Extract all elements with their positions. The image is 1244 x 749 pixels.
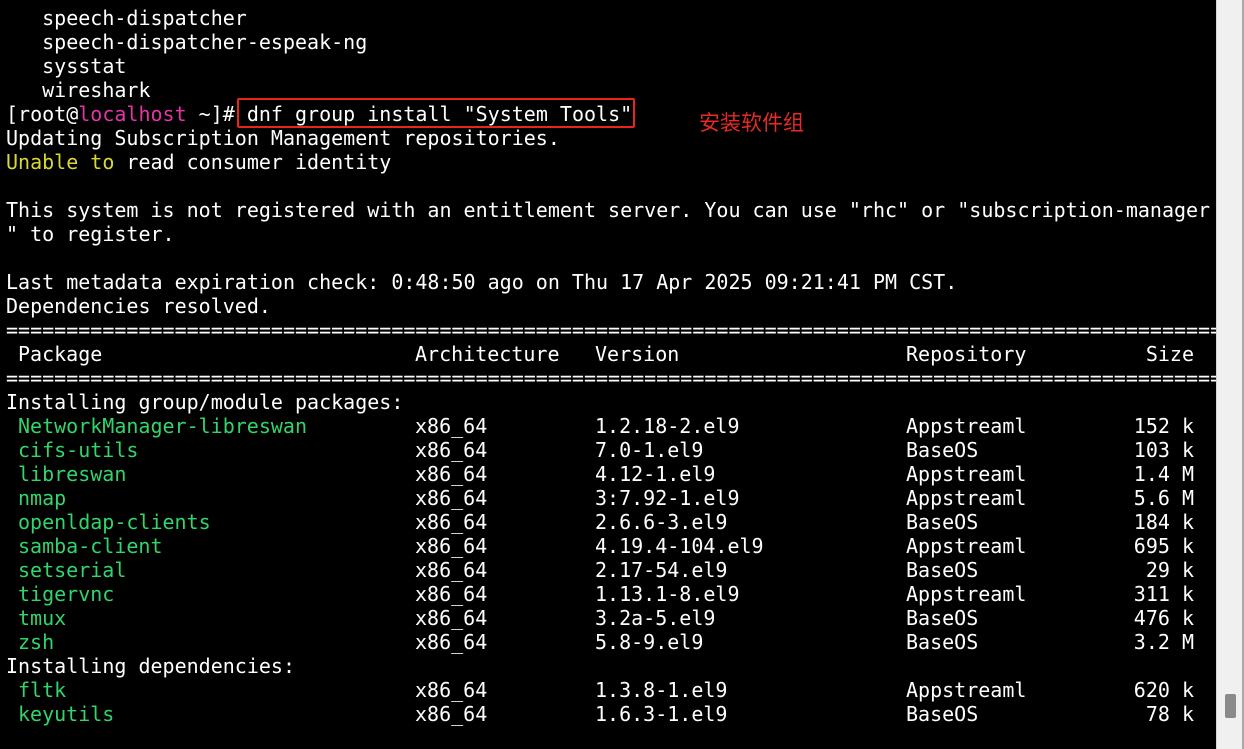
package-repo: BaseOS bbox=[906, 438, 979, 462]
package-arch: x86_64 bbox=[415, 582, 488, 606]
header-version: Version bbox=[595, 342, 680, 366]
package-size: 78 k bbox=[1145, 702, 1194, 726]
package-size: 184 k bbox=[1133, 510, 1194, 534]
package-name: libreswan bbox=[18, 462, 127, 486]
package-arch: x86_64 bbox=[415, 606, 488, 630]
package-version: 2.6.6-3.el9 bbox=[595, 510, 728, 534]
package-name: keyutils bbox=[18, 702, 115, 726]
package-size: 620 k bbox=[1133, 678, 1194, 702]
package-size: 1.4 M bbox=[1133, 462, 1194, 486]
package-version: 1.6.3-1.el9 bbox=[595, 702, 728, 726]
package-repo: Appstreaml bbox=[906, 486, 1027, 510]
package-version: 1.2.18-2.el9 bbox=[595, 414, 740, 438]
output-line: This system is not registered with an en… bbox=[6, 198, 1211, 222]
prompt-host: localhost bbox=[78, 102, 187, 126]
package-name: setserial bbox=[18, 558, 127, 582]
package-name: nmap bbox=[18, 486, 67, 510]
package-size: 152 k bbox=[1133, 414, 1194, 438]
package-version: 1.13.1-8.el9 bbox=[595, 582, 740, 606]
package-version: 3.2a-5.el9 bbox=[595, 606, 716, 630]
prompt-close: ~]# bbox=[186, 102, 235, 126]
package-arch: x86_64 bbox=[415, 630, 488, 654]
package-arch: x86_64 bbox=[415, 414, 488, 438]
output-line: Dependencies resolved. bbox=[6, 294, 271, 318]
package-arch: x86_64 bbox=[415, 462, 488, 486]
package-size: 311 k bbox=[1133, 582, 1194, 606]
package-version: 2.17-54.el9 bbox=[595, 558, 728, 582]
header-repository: Repository bbox=[906, 342, 1027, 366]
package-name: samba-client bbox=[18, 534, 163, 558]
package-name: tigervnc bbox=[18, 582, 115, 606]
package-version: 4.19.4-104.el9 bbox=[595, 534, 764, 558]
output-line: speech-dispatcher bbox=[6, 6, 247, 30]
package-repo: BaseOS bbox=[906, 558, 979, 582]
package-name: tmux bbox=[18, 606, 67, 630]
package-version: 7.0-1.el9 bbox=[595, 438, 704, 462]
package-name: zsh bbox=[18, 630, 55, 654]
header-architecture: Architecture bbox=[415, 342, 560, 366]
package-version: 4.12-1.el9 bbox=[595, 462, 716, 486]
package-repo: BaseOS bbox=[906, 630, 979, 654]
package-arch: x86_64 bbox=[415, 534, 488, 558]
package-size: 695 k bbox=[1133, 534, 1194, 558]
package-repo: Appstreaml bbox=[906, 462, 1027, 486]
package-repo: BaseOS bbox=[906, 606, 979, 630]
separator-line: ========================================… bbox=[6, 318, 1216, 342]
package-arch: x86_64 bbox=[415, 486, 488, 510]
package-arch: x86_64 bbox=[415, 678, 488, 702]
output-line: wireshark bbox=[6, 78, 151, 102]
package-repo: BaseOS bbox=[906, 510, 979, 534]
package-size: 3.2 M bbox=[1133, 630, 1194, 654]
package-size: 103 k bbox=[1133, 438, 1194, 462]
header-package: Package bbox=[18, 342, 103, 366]
package-repo: Appstreaml bbox=[906, 414, 1027, 438]
table-header: Package Architecture Version Repository … bbox=[6, 342, 1194, 366]
vertical-scrollbar[interactable] bbox=[1216, 0, 1244, 749]
package-name: openldap-clients bbox=[18, 510, 211, 534]
package-size: 29 k bbox=[1145, 558, 1194, 582]
warning-line: Unable to read consumer identity bbox=[6, 150, 391, 174]
annotation-label: 安装软件组 bbox=[699, 111, 804, 135]
package-name: fltk bbox=[18, 678, 67, 702]
package-name: cifs-utils bbox=[18, 438, 139, 462]
package-arch: x86_64 bbox=[415, 510, 488, 534]
package-repo: Appstreaml bbox=[906, 678, 1027, 702]
package-arch: x86_64 bbox=[415, 702, 488, 726]
package-repo: BaseOS bbox=[906, 702, 979, 726]
section-heading: Installing group/module packages: bbox=[6, 390, 404, 414]
output-line: Updating Subscription Management reposit… bbox=[6, 126, 560, 150]
output-line: sysstat bbox=[6, 54, 127, 78]
package-name: NetworkManager-libreswan bbox=[18, 414, 307, 438]
command-highlight-box bbox=[237, 98, 635, 128]
output-line: Last metadata expiration check: 0:48:50 … bbox=[6, 270, 958, 294]
output-line: speech-dispatcher-espeak-ng bbox=[6, 30, 368, 54]
separator-line: ========================================… bbox=[6, 366, 1216, 390]
package-size: 5.6 M bbox=[1133, 486, 1194, 510]
prompt-open: [root@ bbox=[6, 102, 79, 126]
terminal-window[interactable]: speech-dispatcher speech-dispatcher-espe… bbox=[0, 0, 1216, 749]
header-size: Size bbox=[1145, 342, 1194, 366]
section-heading: Installing dependencies: bbox=[6, 654, 295, 678]
package-version: 3:7.92-1.el9 bbox=[595, 486, 740, 510]
warning-word: to bbox=[90, 150, 115, 174]
package-repo: Appstreaml bbox=[906, 534, 1027, 558]
warning-text: read consumer identity bbox=[114, 150, 392, 174]
package-arch: x86_64 bbox=[415, 438, 488, 462]
package-size: 476 k bbox=[1133, 606, 1194, 630]
scrollbar-thumb[interactable] bbox=[1225, 694, 1236, 718]
warning-word: Unable bbox=[6, 150, 79, 174]
package-arch: x86_64 bbox=[415, 558, 488, 582]
package-repo: Appstreaml bbox=[906, 582, 1027, 606]
package-version: 1.3.8-1.el9 bbox=[595, 678, 728, 702]
package-version: 5.8-9.el9 bbox=[595, 630, 704, 654]
output-line: " to register. bbox=[6, 222, 175, 246]
